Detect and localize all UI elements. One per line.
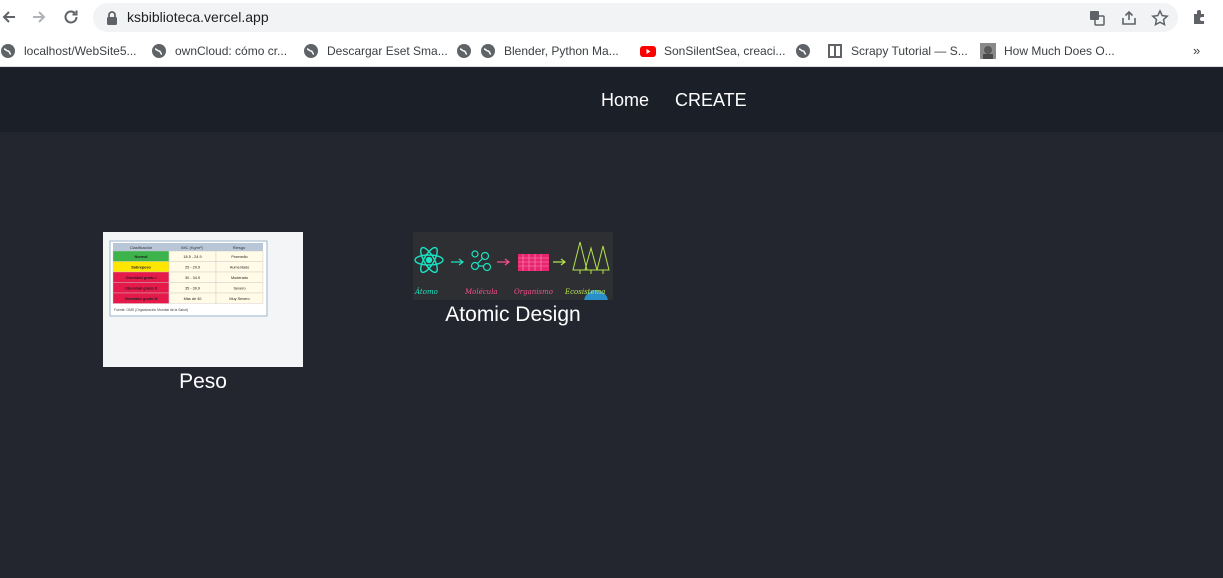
back-button[interactable] (0, 6, 20, 28)
table-cell-text: 25 - 29.9 (185, 265, 200, 269)
table-cell-text: Promedio (231, 255, 247, 259)
stage-label: Átomo (414, 287, 438, 296)
app-header: Home CREATE (0, 68, 1223, 132)
globe-icon (457, 44, 471, 58)
bookmark-label: ownCloud: cómo cr... (175, 44, 288, 58)
globe-icon (304, 44, 318, 58)
lock-icon[interactable] (103, 9, 121, 27)
bookmark-item[interactable]: Scrapy Tutorial — S... (827, 42, 968, 60)
bookmark-label: How Much Does O... (1004, 44, 1115, 58)
browser-toolbar: ksbiblioteca.vercel.app (0, 0, 1223, 35)
book-title[interactable]: Peso (103, 370, 303, 394)
table-cell-text: Moderado (231, 276, 248, 280)
table-cell-text: Obesidad grado I (125, 276, 156, 280)
globe-icon (1, 44, 15, 58)
globe-icon (796, 44, 810, 58)
book-cover-image[interactable]: Átomo Molécula Organismo Ecosistema (413, 232, 613, 300)
table-header-cell: Clasificación (130, 245, 152, 250)
address-bar[interactable]: ksbiblioteca.vercel.app (93, 3, 1178, 32)
star-icon[interactable] (1151, 9, 1169, 27)
bookmark-label: localhost/WebSite5... (24, 44, 137, 58)
table-cell-text: Aumentado (230, 265, 249, 269)
bookmark-label: Descargar Eset Sma... (327, 44, 448, 58)
nav-create-link[interactable]: CREATE (675, 90, 747, 111)
book-icon (828, 44, 842, 58)
organism-icon (518, 254, 549, 271)
table-cell-text: Obesidad grado III (124, 297, 157, 301)
bookmark-item[interactable]: ownCloud: cómo cr... (151, 42, 287, 60)
bookmark-item[interactable]: Blender, Python Ma... (456, 42, 619, 60)
bookmark-item[interactable] (795, 42, 819, 60)
forward-button[interactable] (28, 6, 50, 28)
book-grid: Clasificación IMC (Kg/m²) Riesgo Normal 1… (0, 132, 1223, 578)
stage-label: Organismo (514, 288, 553, 296)
reload-icon (64, 10, 78, 24)
stage-label: Ecosistema (564, 288, 605, 296)
share-icon[interactable] (1120, 9, 1138, 27)
bookmarks-overflow-button[interactable]: » (1193, 43, 1200, 58)
extensions-icon[interactable] (1190, 7, 1210, 27)
bookmark-item[interactable]: How Much Does O... (980, 42, 1115, 60)
table-footnote: Fuente: OMS (Organización Mundial de la … (114, 308, 188, 312)
nav-home-link[interactable]: Home (601, 90, 649, 111)
table-header-cell: IMC (Kg/m²) (181, 245, 203, 250)
bookmark-item[interactable]: Descargar Eset Sma... (303, 42, 448, 60)
bookmark-item[interactable]: SonSilentSea, creaci... (640, 42, 785, 60)
globe-icon (152, 44, 166, 58)
book-card[interactable]: Átomo Molécula Organismo Ecosistema Atom… (413, 232, 613, 332)
bookmarks-bar: localhost/WebSite5... ownCloud: cómo cr.… (0, 35, 1223, 67)
arrow-left-icon (2, 11, 15, 23)
stage-label: Molécula (464, 288, 498, 296)
bookmark-label: SonSilentSea, creaci... (664, 44, 786, 58)
book-cover-image[interactable]: Clasificación IMC (Kg/m²) Riesgo Normal 1… (103, 232, 303, 367)
table-cell-text: Severo (233, 286, 245, 290)
table-cell-text: Más de 40 (184, 297, 202, 301)
book-card[interactable]: Clasificación IMC (Kg/m²) Riesgo Normal 1… (103, 232, 303, 402)
table-cell-text: Sobrepeso (131, 265, 151, 269)
table-cell-text: Muy Severo (229, 297, 249, 301)
photo-icon (980, 43, 996, 59)
book-title[interactable]: Atomic Design (413, 303, 613, 327)
reload-button[interactable] (60, 6, 82, 28)
bookmark-label: Scrapy Tutorial — S... (851, 44, 968, 58)
arrow-right-icon (33, 11, 46, 23)
table-body: Normal 18.5 - 24.9 Promedio Sobrepeso 25 - 2… (112, 250, 264, 304)
translate-icon[interactable] (1088, 9, 1106, 27)
table-cell-text: 30 - 34.9 (185, 276, 200, 280)
table-cell-text: 18.5 - 24.9 (183, 255, 201, 259)
table-cell-text: Normal (134, 255, 147, 259)
youtube-icon (640, 46, 656, 57)
url-text[interactable]: ksbiblioteca.vercel.app (127, 9, 269, 25)
globe-icon (481, 44, 495, 58)
bookmark-item[interactable]: localhost/WebSite5... (0, 42, 137, 60)
bookmark-label: Blender, Python Ma... (504, 44, 619, 58)
table-header-cell: Riesgo (233, 245, 246, 250)
table-cell-text: 35 - 39.9 (185, 286, 200, 290)
table-cell-text: Obesidad grado II (125, 286, 157, 290)
